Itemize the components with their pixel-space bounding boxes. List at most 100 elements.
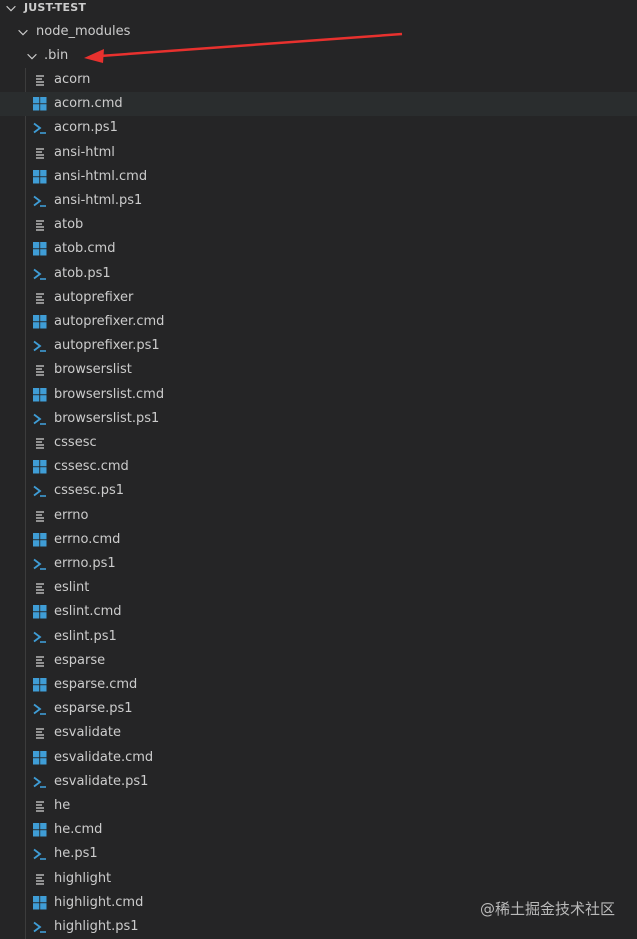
file-item[interactable]: cssesc.ps1	[0, 479, 637, 503]
file-label: eslint	[54, 580, 90, 596]
powershell-icon	[33, 339, 47, 353]
file-label: esparse	[54, 652, 106, 668]
file-item[interactable]: esvalidate	[0, 721, 637, 745]
file-label: cssesc.ps1	[54, 483, 125, 499]
text-file-icon	[33, 726, 47, 740]
file-item[interactable]: autoprefixer.ps1	[0, 334, 637, 358]
file-label: he.cmd	[54, 822, 103, 838]
file-label: acorn.ps1	[54, 120, 118, 136]
file-item[interactable]: atob.cmd	[0, 237, 637, 261]
file-label: browserslist.cmd	[54, 386, 165, 402]
windows-icon	[33, 242, 47, 256]
file-item[interactable]: esparse.ps1	[0, 697, 637, 721]
text-file-icon	[33, 654, 47, 668]
file-item[interactable]: eslint.ps1	[0, 625, 637, 649]
file-label: ansi-html.ps1	[54, 193, 143, 208]
file-item[interactable]: he.ps1	[0, 842, 637, 866]
file-label: highlight.ps1	[54, 919, 139, 934]
file-item[interactable]: esvalidate.ps1	[0, 770, 637, 794]
folder-node-modules[interactable]: node_modules	[0, 20, 637, 44]
windows-icon	[33, 750, 47, 765]
folder-label: .bin	[44, 48, 69, 63]
powershell-icon	[33, 847, 47, 861]
text-file-icon	[33, 363, 47, 377]
text-file-icon	[33, 146, 47, 160]
file-label: errno.cmd	[54, 531, 121, 547]
powershell-icon	[33, 121, 47, 135]
powershell-icon	[33, 484, 47, 498]
file-label: eslint.cmd	[54, 604, 122, 620]
file-item[interactable]: atob	[0, 213, 637, 237]
file-label: esvalidate.cmd	[54, 749, 154, 765]
text-file-icon	[33, 581, 47, 595]
windows-icon	[33, 823, 47, 837]
file-label: acorn	[54, 72, 91, 87]
windows-icon	[33, 532, 47, 547]
chevron-down-icon	[18, 29, 28, 36]
file-label: atob	[54, 217, 84, 233]
file-item[interactable]: acorn	[0, 68, 637, 92]
windows-icon	[33, 895, 47, 910]
file-item[interactable]: errno.ps1	[0, 552, 637, 576]
powershell-icon	[33, 630, 47, 644]
file-item[interactable]: he	[0, 794, 637, 818]
file-item[interactable]: highlight	[0, 867, 637, 891]
file-label: errno.ps1	[54, 556, 116, 571]
text-file-icon	[33, 799, 47, 813]
file-label: eslint.ps1	[54, 628, 117, 644]
file-item[interactable]: ansi-html.ps1	[0, 189, 637, 213]
file-item[interactable]: browserslist.ps1	[0, 407, 637, 431]
powershell-icon	[33, 702, 47, 716]
file-item[interactable]: autoprefixer	[0, 286, 637, 310]
file-item[interactable]: atob.ps1	[0, 262, 637, 286]
file-label: cssesc	[54, 435, 97, 450]
text-file-icon	[33, 436, 47, 450]
file-item[interactable]: autoprefixer.cmd	[0, 310, 637, 334]
file-item[interactable]: esparse	[0, 649, 637, 673]
file-item[interactable]: eslint	[0, 576, 637, 600]
windows-icon	[33, 97, 47, 111]
powershell-icon	[33, 194, 47, 208]
file-label: ansi-html.cmd	[54, 168, 148, 184]
file-item[interactable]: acorn.cmd	[0, 92, 637, 117]
text-file-icon	[33, 509, 47, 523]
windows-icon	[33, 387, 47, 402]
watermark: @稀土掘金技术社区	[479, 900, 615, 918]
file-label: highlight	[54, 870, 112, 886]
windows-icon	[33, 678, 47, 692]
powershell-icon	[33, 775, 47, 789]
windows-icon	[33, 605, 47, 619]
file-item[interactable]: he.cmd	[0, 818, 637, 842]
text-file-icon	[33, 218, 47, 232]
explorer-root[interactable]: JUST-TEST	[0, 0, 637, 20]
file-label: cssesc.cmd	[54, 459, 129, 475]
chevron-down-icon	[6, 5, 16, 12]
file-label: browserslist	[54, 362, 132, 378]
powershell-icon	[33, 920, 47, 934]
file-item[interactable]: eslint.cmd	[0, 600, 637, 624]
file-label: esparse.ps1	[54, 701, 133, 717]
file-label: esvalidate	[54, 725, 121, 741]
file-label: autoprefixer.ps1	[54, 338, 160, 354]
file-item[interactable]: cssesc.cmd	[0, 455, 637, 479]
file-item[interactable]: browserslist	[0, 358, 637, 382]
file-item[interactable]: errno	[0, 504, 637, 528]
file-item[interactable]: ansi-html.cmd	[0, 165, 637, 189]
chevron-down-icon	[27, 53, 37, 60]
file-item[interactable]: browserslist.cmd	[0, 383, 637, 407]
file-label: he.ps1	[54, 846, 98, 862]
powershell-icon	[33, 267, 47, 281]
windows-icon	[33, 460, 47, 474]
windows-icon	[33, 169, 47, 184]
folder-bin[interactable]: .bin	[0, 44, 637, 68]
file-label: browserslist.ps1	[54, 410, 160, 426]
powershell-icon	[33, 412, 47, 426]
file-item[interactable]: ansi-html	[0, 141, 637, 165]
file-item[interactable]: errno.cmd	[0, 528, 637, 552]
file-item[interactable]: esparse.cmd	[0, 673, 637, 697]
file-label: he	[54, 798, 71, 813]
file-item[interactable]: acorn.ps1	[0, 116, 637, 140]
text-file-icon	[33, 73, 47, 87]
file-item[interactable]: esvalidate.cmd	[0, 746, 637, 770]
file-item[interactable]: cssesc	[0, 431, 637, 455]
